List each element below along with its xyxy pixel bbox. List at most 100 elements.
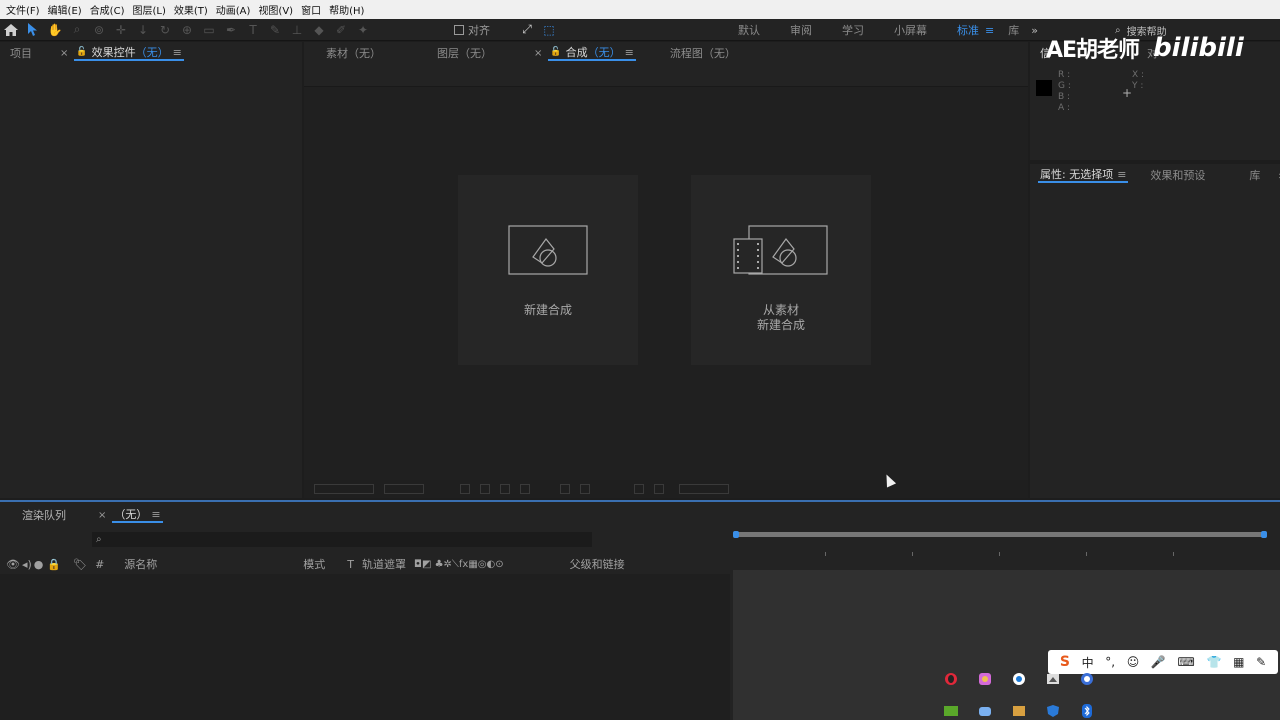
color-channel-icon[interactable]	[560, 484, 570, 494]
work-area-end-handle[interactable]	[1261, 531, 1267, 538]
cloud-icon[interactable]	[974, 702, 996, 720]
box-icon[interactable]	[1008, 702, 1030, 720]
menu-animation[interactable]: 动画(A)	[214, 2, 257, 17]
snap-grid-icon[interactable]: ⬚	[538, 20, 560, 40]
menu-window[interactable]: 窗口	[299, 2, 327, 17]
tab-layer[interactable]: 图层（无）	[429, 42, 500, 64]
network-icon[interactable]	[1076, 670, 1098, 688]
ime-tool-icon[interactable]: ✎	[1256, 655, 1266, 669]
puppet-pin-icon[interactable]: ✦	[352, 20, 374, 40]
opera-icon[interactable]	[940, 670, 962, 688]
app-icon[interactable]	[974, 670, 996, 688]
tab-library[interactable]: 库	[1241, 164, 1268, 186]
timeline-graph-area[interactable]	[733, 570, 1280, 720]
workspace-library[interactable]: 库	[1008, 22, 1019, 38]
transparency-grid-icon[interactable]	[480, 484, 490, 494]
audio-toggle-icon[interactable]: ◂)	[22, 558, 32, 571]
lock-icon[interactable]: 🔓	[76, 47, 87, 57]
workspace-learn[interactable]: 学习	[842, 22, 864, 38]
tab-timeline-comp[interactable]: （无） ≡	[112, 507, 163, 523]
source-name-header[interactable]: 源名称	[124, 556, 157, 572]
orbit-camera-icon[interactable]: ⊚	[88, 20, 110, 40]
new-composition-card[interactable]: 新建合成	[458, 175, 638, 365]
bluetooth-icon[interactable]	[1076, 702, 1098, 720]
eraser-tool-icon[interactable]: ◆	[308, 20, 330, 40]
hand-tool-icon[interactable]: ✋	[44, 20, 66, 40]
brush-tool-icon[interactable]: ✎	[264, 20, 286, 40]
solo-icon[interactable]: ●	[34, 558, 44, 571]
menu-file[interactable]: 文件(F)	[4, 2, 46, 17]
menu-composition[interactable]: 合成(C)	[88, 2, 131, 17]
tab-properties[interactable]: 属性: 无选择项 ≡	[1038, 167, 1129, 183]
zoom-tool-icon[interactable]: ⌕	[66, 20, 88, 40]
screenshot-icon[interactable]	[1042, 670, 1064, 688]
workspace-menu-icon[interactable]: ≡	[985, 24, 994, 37]
region-of-interest-icon[interactable]	[460, 484, 470, 494]
panel-menu-icon[interactable]: ≡	[173, 46, 182, 59]
close-comp-tab-icon[interactable]: ×	[534, 48, 542, 59]
tab-effect-controls[interactable]: 🔓 效果控件 （无） ≡	[74, 45, 184, 61]
mask-visibility-icon[interactable]	[500, 484, 510, 494]
close-icon[interactable]: ×	[60, 48, 68, 59]
ime-grid-icon[interactable]: ▦	[1233, 655, 1244, 669]
time-ruler[interactable]	[733, 528, 1268, 566]
show-snapshot-icon[interactable]	[654, 484, 664, 494]
comp-lock-icon[interactable]: 🔓	[550, 47, 561, 57]
ime-punctuation-icon[interactable]: °,	[1105, 655, 1115, 669]
workspace-expand-icon[interactable]: »	[1031, 24, 1038, 37]
dolly-camera-icon[interactable]: ↓	[132, 20, 154, 40]
selection-tool-icon[interactable]	[22, 20, 44, 40]
workspace-review[interactable]: 审阅	[790, 22, 812, 38]
tab-project[interactable]: 项目	[0, 42, 40, 64]
type-tool-icon[interactable]: T	[242, 20, 264, 40]
work-area-bar[interactable]	[735, 532, 1265, 537]
tab-flowchart[interactable]: 流程图（无）	[662, 42, 744, 64]
nvidia-icon[interactable]	[940, 702, 962, 720]
workspace-standard[interactable]: 标准	[957, 22, 979, 38]
menu-help[interactable]: 帮助(H)	[327, 2, 370, 17]
tab-composition[interactable]: 🔓 合成 （无） ≡	[548, 45, 636, 61]
label-tag-icon[interactable]: 🏷	[73, 558, 87, 571]
clone-stamp-icon[interactable]: ⊥	[286, 20, 308, 40]
lock-column-icon[interactable]: 🔒	[47, 558, 61, 571]
workspace-default[interactable]: 默认	[738, 22, 760, 38]
magnification-dropdown[interactable]	[314, 484, 374, 494]
close-timeline-tab-icon[interactable]: ×	[98, 510, 106, 521]
guides-icon[interactable]	[520, 484, 530, 494]
tab-render-queue[interactable]: 渲染队列	[0, 504, 74, 526]
ime-language-toggle[interactable]: 中	[1082, 654, 1094, 671]
timeline-menu-icon[interactable]: ≡	[151, 508, 160, 521]
pen-tool-icon[interactable]: ✒	[220, 20, 242, 40]
rectangle-tool-icon[interactable]: ▭	[198, 20, 220, 40]
tab-footage[interactable]: 素材（无）	[304, 42, 389, 64]
ime-keyboard-icon[interactable]: ⌨	[1178, 655, 1195, 669]
defender-icon[interactable]	[1042, 702, 1064, 720]
menu-effect[interactable]: 效果(T)	[172, 2, 214, 17]
video-toggle-icon[interactable]: 👁	[6, 558, 20, 571]
view-layout-dropdown[interactable]	[679, 484, 729, 494]
timeline-search-input[interactable]: ⌕	[92, 532, 592, 547]
snap-toggle[interactable]: 对齐	[454, 22, 490, 38]
menu-view[interactable]: 视图(V)	[256, 2, 299, 17]
new-comp-from-footage-card[interactable]: 从素材 新建合成	[691, 175, 871, 365]
workspace-small-screen[interactable]: 小屏幕	[894, 22, 927, 38]
ime-emoji-icon[interactable]: ☺	[1127, 655, 1140, 669]
tab-effects-presets[interactable]: 效果和预设	[1142, 164, 1213, 186]
ime-skin-icon[interactable]: 👕	[1207, 655, 1222, 669]
pan-behind-icon[interactable]: ⊕	[176, 20, 198, 40]
properties-menu-icon[interactable]: ≡	[1117, 168, 1126, 181]
pan-camera-icon[interactable]: ✛	[110, 20, 132, 40]
rotate-tool-icon[interactable]: ↻	[154, 20, 176, 40]
home-icon[interactable]	[0, 20, 22, 40]
snap-checkbox[interactable]	[454, 24, 464, 35]
ime-voice-icon[interactable]: 🎤	[1151, 655, 1166, 669]
sogou-logo-icon[interactable]: S	[1060, 654, 1070, 670]
quark-icon[interactable]	[1008, 670, 1030, 688]
snap-options-icon[interactable]: ⤢	[516, 20, 538, 40]
layer-list-area[interactable]	[0, 574, 730, 720]
exposure-icon[interactable]	[580, 484, 590, 494]
menu-edit[interactable]: 编辑(E)	[46, 2, 88, 17]
roto-brush-icon[interactable]: ✐	[330, 20, 352, 40]
properties-expand-icon[interactable]: »	[1270, 164, 1280, 186]
work-area-start-handle[interactable]	[733, 531, 739, 538]
